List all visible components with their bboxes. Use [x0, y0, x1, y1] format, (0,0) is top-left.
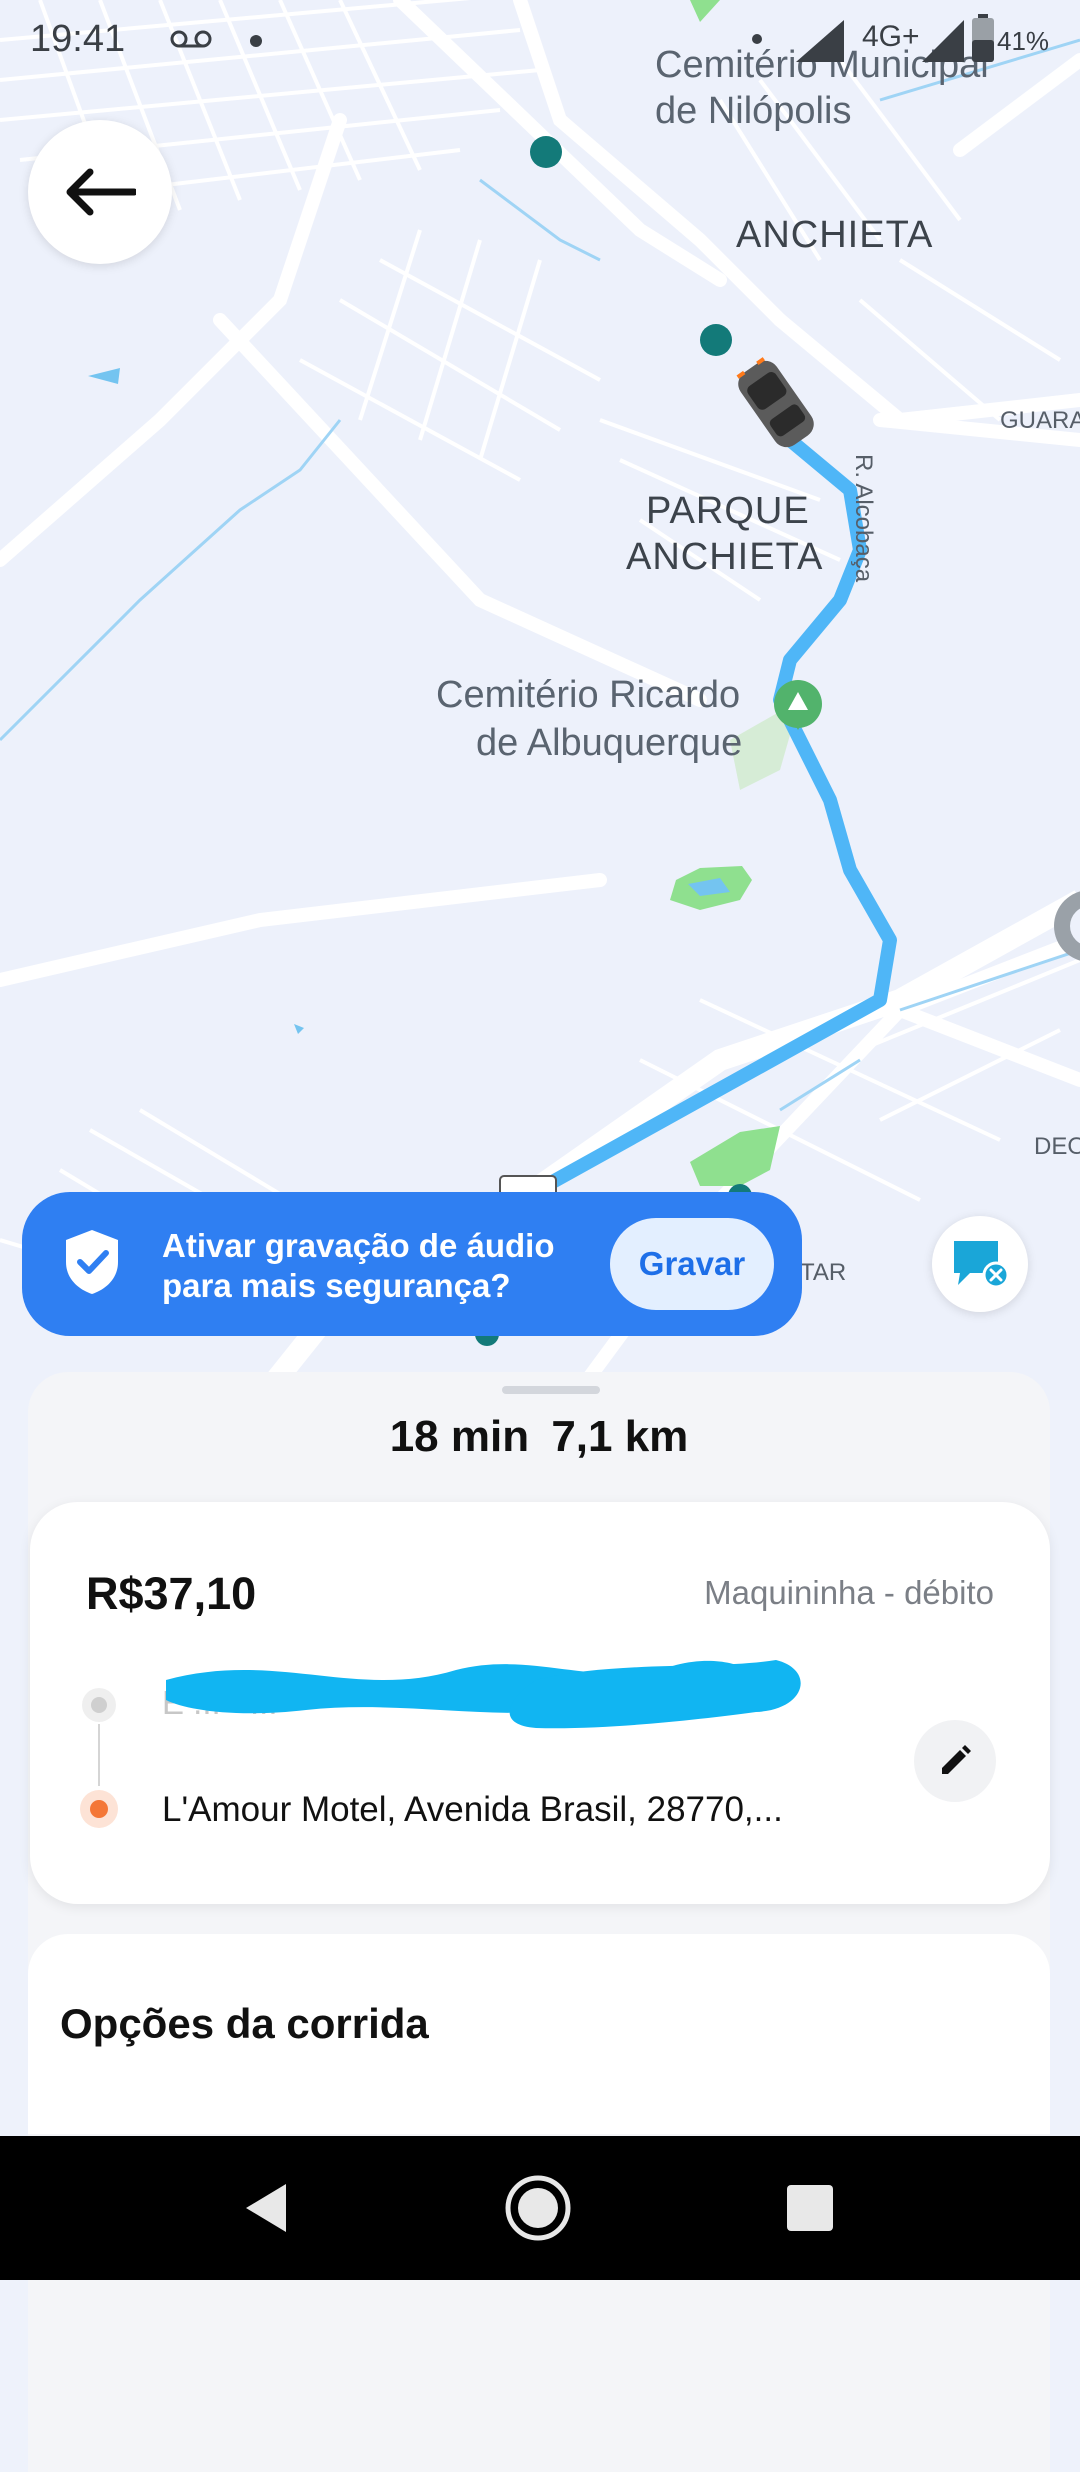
sheet-drag-handle[interactable]	[502, 1386, 600, 1394]
map-label-anchieta: ANCHIETA	[736, 214, 934, 256]
ride-options-title: Opções da corrida	[60, 2000, 429, 2047]
notification-dot-icon	[250, 35, 262, 47]
pencil-icon	[942, 1745, 971, 1774]
battery-percent: 41%	[997, 26, 1050, 56]
audio-banner-text: Ativar gravação de áudio para mais segur…	[162, 1227, 555, 1304]
nav-back-button[interactable]	[230, 2172, 302, 2244]
nav-home-button[interactable]	[502, 2172, 574, 2244]
map-label-guara: GUARA	[1000, 407, 1080, 434]
home-circle-icon	[505, 2175, 571, 2241]
status-indicators: 4G+ 41%	[752, 14, 1072, 70]
map-label-albuquerque: de Albuquerque	[476, 722, 743, 764]
edit-route-button[interactable]	[914, 1720, 996, 1802]
map-label-nilopolis: de Nilópolis	[655, 90, 852, 132]
chat-off-icon	[954, 1241, 1010, 1289]
destination-address[interactable]: L'Amour Motel, Avenida Brasil, 28770,...	[162, 1790, 892, 1830]
map-label-tar: TAR	[800, 1259, 847, 1286]
trip-distance: 7,1 km	[551, 1412, 689, 1461]
record-audio-button[interactable]: Gravar	[610, 1218, 774, 1310]
back-button[interactable]	[28, 120, 172, 264]
ride-price: R$37,10	[86, 1568, 257, 1619]
map-label-parque-anchieta: ANCHIETA	[626, 536, 824, 578]
map-label-deo: DEO	[1034, 1133, 1080, 1160]
nav-recents-button[interactable]	[774, 2172, 846, 2244]
redaction-scribble	[166, 1660, 801, 1729]
trip-summary: 18 min 7,1 km	[28, 1412, 1050, 1462]
ride-details-card[interactable]: R$37,10 Maquininha - débito E ... - ... …	[30, 1502, 1050, 1904]
payment-method[interactable]: Maquininha - débito	[704, 1574, 994, 1612]
shield-check-icon	[66, 1230, 118, 1294]
chat-button[interactable]	[932, 1216, 1028, 1312]
dot-icon	[752, 34, 762, 44]
arrow-left-icon	[66, 168, 136, 216]
map-label-cemiterio-ricardo: Cemitério Ricardo	[436, 674, 741, 716]
destination-marker-icon	[80, 1790, 118, 1828]
status-bar: 19:41 4G+ 41%	[0, 0, 1080, 84]
system-navigation-bar	[0, 2136, 1080, 2280]
status-time: 19:41	[30, 18, 126, 60]
audio-recording-banner[interactable]: Ativar gravação de áudio para mais segur…	[22, 1192, 802, 1336]
voicemail-icon	[170, 30, 212, 48]
map-label-alcobaca: R. Alcobaça	[850, 454, 877, 583]
recents-square-icon	[787, 2185, 833, 2231]
trip-duration: 18 min	[389, 1412, 530, 1461]
route-connector	[98, 1724, 100, 1786]
signal-icon	[796, 20, 844, 62]
network-type: 4G+	[862, 20, 920, 53]
back-triangle-icon	[246, 2184, 286, 2232]
origin-marker-icon	[82, 1688, 116, 1722]
signal-icon-2	[922, 20, 964, 62]
map-label-parque: PARQUE	[646, 490, 810, 532]
battery-icon	[972, 14, 994, 62]
